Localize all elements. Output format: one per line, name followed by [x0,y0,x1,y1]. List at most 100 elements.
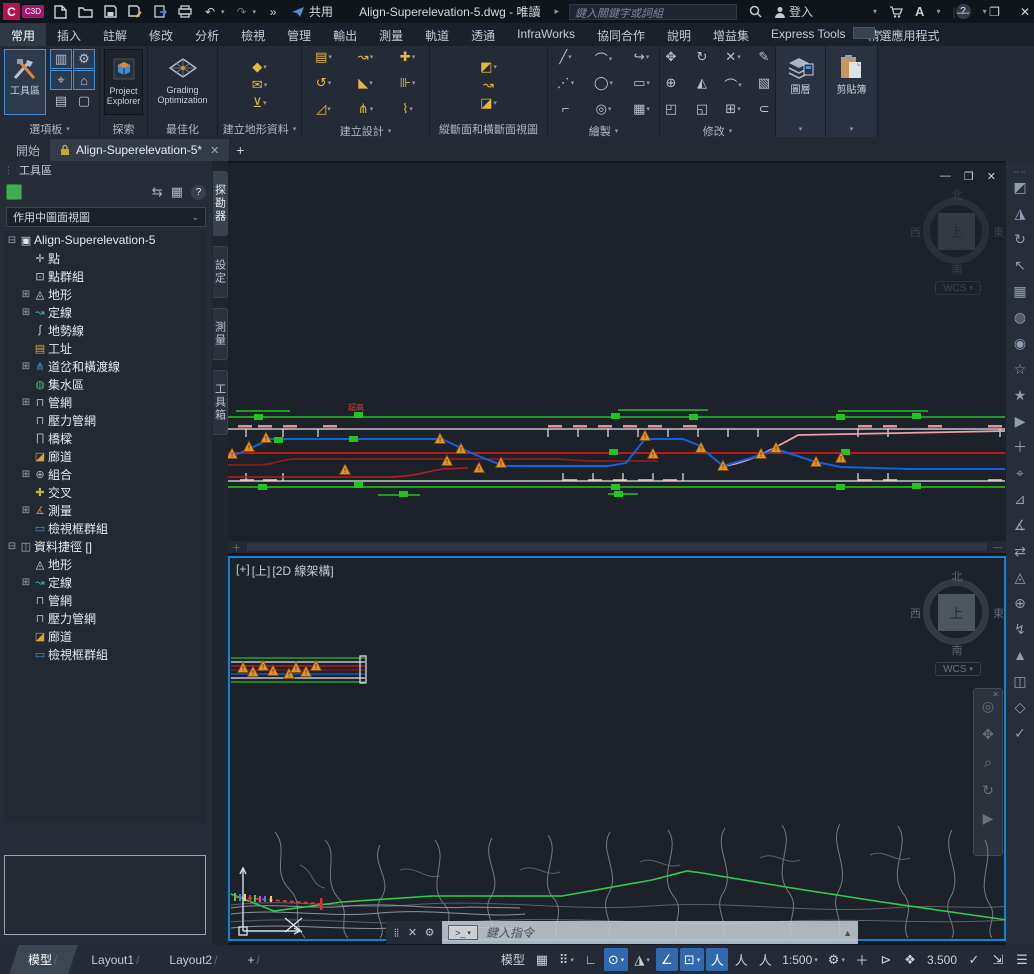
station-offset-icon[interactable]: ▶ [1009,408,1031,434]
design-speed-marker[interactable] [254,414,263,420]
design-speed-marker[interactable] [349,436,358,442]
tree-expander-icon[interactable]: ⊞ [20,289,32,300]
array-icon[interactable]: ⊞▾ [720,101,747,117]
surfaces-tool-icon[interactable]: ◆▾ [250,59,269,75]
snap-mode-toggle[interactable]: ⠿▾ [555,948,578,971]
construction-line-icon[interactable]: ⋰▾ [549,75,583,91]
region-icon[interactable]: ⌐ [549,101,583,116]
start-tab[interactable]: 開始 [6,139,50,161]
copy-icon[interactable]: ⊕ [658,75,685,91]
viewcube-top-face[interactable]: 上 [938,594,975,631]
tree-expander-icon[interactable]: ⊞ [20,577,32,588]
tree-item[interactable]: ⊓ 壓力管網 [4,411,206,429]
tree-item[interactable]: ∏ 橋樑 [4,429,206,447]
tree-item[interactable]: ⊞ ◬ 地形 [4,285,206,303]
design-speed-marker[interactable] [354,482,363,488]
commandline-customize-icon[interactable]: ⚙ [425,926,435,939]
layers-button[interactable]: 圖層 [780,49,821,115]
clipboard-button[interactable]: 剪貼簿 [830,49,873,115]
side-shot-icon[interactable]: ⊿ [1009,486,1031,512]
ribbon-tab[interactable]: Express Tools [760,23,856,46]
title-caret-icon[interactable]: ▸ [554,6,559,17]
open-from-web-icon[interactable] [152,4,168,20]
import-survey-icon[interactable]: ✉▾ [250,77,269,93]
visual-style-control[interactable]: [2D 線架構] [272,562,333,579]
design-speed-marker[interactable] [399,491,408,497]
minimize-button[interactable]: — [957,5,969,19]
profile-station-icon[interactable]: ⊕ [1009,590,1031,616]
feature-line-icon[interactable]: ◿▾ [305,101,343,117]
pan-icon[interactable]: ✥ [982,727,994,741]
tree-item[interactable]: ⊞ ⋔ 道岔和橫渡線 [4,357,206,375]
viewcube-bottom[interactable]: 上 北 南 西 東 [914,570,1000,656]
ground-data-panel-label[interactable]: 建立地形資料▾ [218,120,301,137]
command-input-bar[interactable]: >_▾ 鍵入指令 ▲ [442,921,858,944]
design-speed-marker[interactable] [258,484,267,490]
tree-item[interactable]: ⊓ 管網 [4,591,206,609]
viewport-bottom-active[interactable]: [+] [上] [2D 線架構] 上 北 南 西 東 WCS▾ ✕ ◎ ✥ ⌕ … [228,556,1006,941]
view-control[interactable]: [上] [252,562,271,579]
tree-item[interactable]: ▤ 工址 [4,339,206,357]
point-name-icon[interactable]: ★ [1009,382,1031,408]
grade-slope-icon[interactable]: ◬ [1009,564,1031,590]
toolbar-grip-icon[interactable]: ⣀⣀ [1013,164,1027,174]
profile-grade-icon[interactable]: ◫ [1009,668,1031,694]
autodesk-a-icon[interactable]: A [915,4,924,19]
bearing-distance-icon[interactable]: ◮ [1009,200,1031,226]
ribbon-tab[interactable]: 協同合作 [586,23,656,46]
tree-expander-icon[interactable]: ⊞ [20,307,32,318]
wcs-dropdown-bottom[interactable]: WCS▾ [935,662,981,676]
redo-dropdown[interactable]: ▾ [253,8,257,16]
profile-view-icon[interactable]: ◩▾ [478,59,499,75]
close-button[interactable]: ✕ [1020,5,1030,19]
signin-button[interactable]: 登入 [774,3,813,20]
tree-expander-icon[interactable]: ⊞ [20,361,32,372]
layout-tab[interactable]: Layout1/ [77,945,155,974]
pipe-network-icon[interactable]: ⌇▾ [389,101,427,117]
points-tool-icon[interactable]: ⊻▾ [250,95,268,111]
qat-more-icon[interactable]: » [265,4,281,20]
settings-palette-icon[interactable]: ⚙ [73,49,95,69]
tree-expander-icon[interactable]: ⊞ [20,397,32,408]
tree-expander-icon[interactable]: ⊞ [20,469,32,480]
assembly-icon[interactable]: ⋔▾ [347,101,385,117]
design-speed-marker[interactable] [609,449,618,455]
tree-item[interactable]: ∫ 地勢線 [4,321,206,339]
item-view-toggle-icon[interactable]: ⇆ [152,184,163,200]
tree-item[interactable]: ◬ 地形 [4,555,206,573]
layout-tab[interactable]: +/ [233,945,275,974]
length-grade-icon[interactable]: ↯ [1009,616,1031,642]
navigation-wheel-icon[interactable]: ◎ [982,699,994,713]
layout-tab[interactable]: Layout2/ [155,945,233,974]
alignment-geometry[interactable] [234,893,323,910]
tree-expander-icon[interactable]: ⊟ [6,541,18,552]
grading-icon[interactable]: ↺▾ [305,75,343,91]
rotate-icon[interactable]: ↻ [689,49,716,65]
tree-item[interactable]: ⊟ ▣ Align-Superelevation-5 [4,231,206,249]
design-speed-marker[interactable] [689,414,698,420]
elevation-icon[interactable]: ❖ [899,948,921,971]
rectangle-icon[interactable]: ▭▾ [625,75,659,91]
view-selector-dropdown[interactable]: 作用中圖面視圖⌄ [6,207,206,227]
viewport-hscrollbar[interactable]: ＋— [228,541,1006,553]
tree-item[interactable]: ✚ 交叉 [4,483,206,501]
ribbon-tab[interactable]: 透通 [460,23,506,46]
share-button[interactable]: 共用 [291,3,333,20]
zoom-point-icon[interactable]: ⌖ [1009,460,1031,486]
ortho-mode-toggle[interactable]: ∟ [580,948,602,971]
ribbon-tab[interactable]: 分析 [184,23,230,46]
angle-distance-icon[interactable]: ↖ [1009,252,1031,278]
toolspace-button[interactable]: 工具區 [4,49,46,115]
alignment-icon[interactable]: ↝▾ [347,49,385,65]
ribbon-tab[interactable]: 檢視 [230,23,276,46]
tree-item[interactable]: ⊞ ⊕ 組合 [4,465,206,483]
preview-toggle-icon[interactable]: ▦ [171,184,183,200]
properties-palette-icon[interactable]: ▤ [50,91,72,111]
point-number-icon[interactable]: ◉ [1009,330,1031,356]
erase-icon[interactable]: ✎ [751,49,778,65]
design-speed-marker[interactable] [912,483,921,489]
app-logo-icon[interactable]: C [3,3,20,20]
polyline-icon[interactable]: ↪▾ [625,49,659,65]
tree-item[interactable]: ▭ 檢視框群組 [4,519,206,537]
ribbon-tab[interactable]: InfraWorks [506,23,586,46]
